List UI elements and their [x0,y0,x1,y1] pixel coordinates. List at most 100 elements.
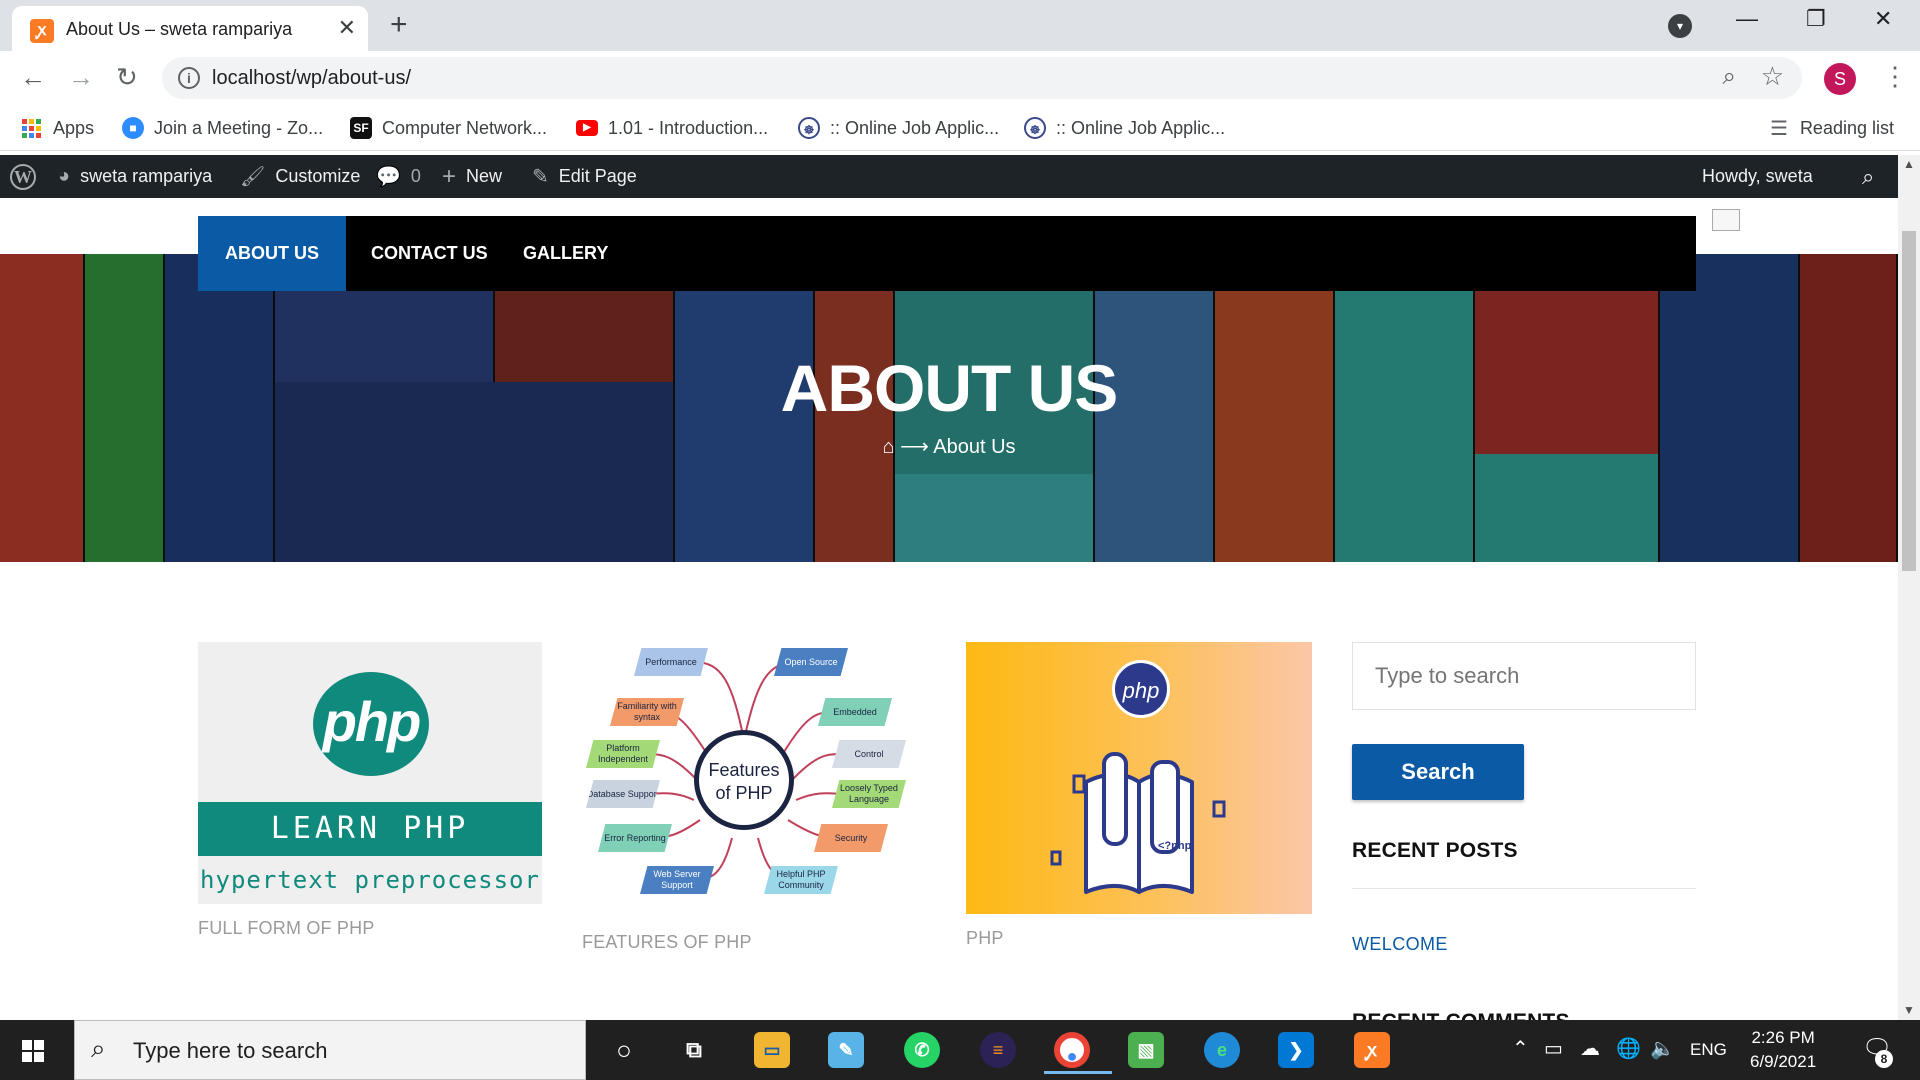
bookmark-computer-network[interactable]: SF Computer Network... [350,115,547,141]
windows-taskbar: ⌕ Type here to search ○ ⧉ ▭ ✎ ✆ ≡ ● ▧ e … [0,1020,1920,1080]
widget-divider [1352,888,1696,889]
sidebar-search-button[interactable]: Search [1352,744,1524,800]
post-thumbnail[interactable]: php <?php [966,642,1312,914]
feature-node: Loosely Typed Language [832,780,906,808]
feature-node: Familiarity with syntax [610,698,684,726]
language-indicator[interactable]: ENG [1690,1040,1727,1060]
post-thumbnail[interactable]: Performance Familiarity with syntax Plat… [582,642,910,918]
menu-item-about-us[interactable]: ABOUT US [198,216,346,291]
hero-banner: ABOUT US ⌂ ⟶ About Us [0,254,1898,562]
vscode-icon[interactable]: ❯ [1278,1032,1314,1068]
menu-item-gallery[interactable]: GALLERY [496,216,635,291]
tab-title: About Us – sweta rampariya [66,19,293,39]
admin-howdy[interactable]: Howdy, sweta [1702,155,1813,198]
post-card[interactable]: php LEARN PHP hypertext preprocessor FUL… [198,642,542,939]
page-scrollbar[interactable]: ▲ ▼ [1898,155,1920,1020]
admin-comments[interactable]: 💬 0 [376,155,421,198]
browser-toolbar: ← → ↻ i localhost/wp/about-us/ ⌕ ☆ S ⋮ [0,51,1920,105]
clock-date: 6/9/2021 [1750,1052,1817,1071]
breadcrumb-current: About Us [933,436,1016,458]
xampp-icon: ꭙ [30,19,54,43]
bookmark-online-job-2[interactable]: ☸ :: Online Job Applic... [1024,115,1225,141]
volume-icon[interactable]: 🔈 [1650,1036,1675,1061]
sidebar-search-input[interactable] [1352,642,1696,710]
hypertext-subtitle: hypertext preprocessor [198,856,542,904]
scroll-down-arrow-icon[interactable]: ▼ [1903,1003,1915,1017]
new-tab-button[interactable]: + [390,8,408,42]
reading-list-button[interactable]: ☰ Reading list [1770,115,1894,141]
bookmark-youtube[interactable]: ▶ 1.01 - Introduction... [576,115,768,141]
edge-icon[interactable]: e [1204,1032,1240,1068]
back-arrow-icon[interactable]: ← [20,62,46,93]
admin-customize[interactable]: 🖌 Customize [240,155,360,198]
tab-search-icon[interactable]: ▾ [1668,14,1692,38]
reading-list-icon: ☰ [1770,117,1788,140]
scrollbar-thumb[interactable] [1902,231,1916,571]
url-text[interactable]: localhost/wp/about-us/ [212,67,411,90]
network-globe-icon[interactable]: 🌐 [1616,1036,1641,1061]
pencil-icon: ✎ [532,166,549,188]
feature-node: Control [832,740,906,768]
recent-comments-title: RECENT COMMENTS [1352,1010,1570,1020]
recent-posts-title: RECENT POSTS [1352,839,1518,862]
taskbar-search-box[interactable]: ⌕ Type here to search [74,1020,586,1080]
zoom-icon[interactable]: ⌕ [1723,63,1736,91]
file-explorer-icon[interactable]: ▭ [754,1032,790,1068]
post-thumbnail[interactable]: php LEARN PHP hypertext preprocessor [198,642,542,904]
bookmark-apps[interactable]: Apps [22,115,94,141]
emblem-icon: ☸ [1024,117,1046,139]
admin-site-name[interactable]: ◕ sweta rampariya [58,155,212,198]
broken-image-icon [1712,209,1740,231]
notification-count-badge: 8 [1875,1050,1893,1068]
reload-icon[interactable]: ↻ [116,62,138,93]
admin-search-icon[interactable]: ⌕ [1862,155,1874,198]
close-tab-icon[interactable]: ✕ [338,15,356,41]
post-title[interactable]: PHP [966,928,1312,949]
main-menu: ABOUT US CONTACT US GALLERY [198,216,1696,291]
clock[interactable]: 2:26 PM 6/9/2021 [1750,1026,1816,1074]
task-view-icon[interactable]: ⧉ [676,1032,712,1068]
chevron-up-icon[interactable]: ⌃ [1512,1036,1529,1061]
onedrive-error-icon[interactable]: ☁ [1580,1036,1600,1061]
home-icon[interactable]: ⌂ [882,436,894,458]
profile-avatar[interactable]: S [1824,63,1856,95]
forward-arrow-icon[interactable]: → [68,62,94,93]
admin-new[interactable]: + New [442,155,502,198]
bookmark-zoom[interactable]: ■ Join a Meeting - Zo... [122,115,323,141]
recent-post-link[interactable]: WELCOME [1352,934,1448,955]
cortana-icon[interactable]: ○ [606,1032,642,1068]
feature-node: Helpful PHP Community [764,866,838,894]
minimize-button[interactable]: — [1736,6,1758,32]
wp-admin-bar: W ◕ sweta rampariya 🖌 Customize 💬 0 + Ne… [0,155,1898,198]
post-title[interactable]: FEATURES OF PHP [582,932,910,953]
windows-start-icon[interactable] [22,1040,44,1062]
browser-tab[interactable]: ꭙ About Us – sweta rampariya ✕ [12,6,368,51]
whatsapp-icon[interactable]: ✆ [904,1032,940,1068]
chrome-icon[interactable]: ● [1044,1032,1112,1074]
site-info-icon[interactable]: i [178,67,200,89]
wordpress-logo-button[interactable]: W [10,155,36,198]
bookmark-star-icon[interactable]: ☆ [1761,61,1784,92]
post-card[interactable]: php <?php PHP [966,642,1312,949]
image-editor-icon[interactable]: ▧ [1128,1032,1164,1068]
post-card[interactable]: Performance Familiarity with syntax Plat… [582,642,910,953]
wordpress-logo-icon: W [10,163,36,190]
notepad-icon[interactable]: ✎ [828,1032,864,1068]
open-book-icon [1050,752,1226,894]
feature-node: Database Support [586,780,660,808]
close-window-button[interactable]: ✕ [1874,6,1892,32]
battery-icon[interactable]: ▭ [1544,1036,1563,1061]
admin-edit-page[interactable]: ✎ Edit Page [532,155,637,198]
browser-tab-strip: ꭙ About Us – sweta rampariya ✕ + ▾ — ❐ ✕ [0,0,1920,51]
restore-button[interactable]: ❐ [1806,6,1826,32]
feature-node: Embedded [818,698,892,726]
menu-item-contact-us[interactable]: CONTACT US [344,216,515,291]
scroll-up-arrow-icon[interactable]: ▲ [1903,157,1915,171]
post-title[interactable]: FULL FORM OF PHP [198,918,542,939]
chrome-menu-icon[interactable]: ⋮ [1882,61,1908,92]
eclipse-icon[interactable]: ≡ [980,1032,1016,1068]
xampp-icon[interactable]: ꭙ [1354,1032,1390,1068]
address-bar[interactable]: i localhost/wp/about-us/ ⌕ ☆ [162,57,1802,99]
bookmark-online-job-1[interactable]: ☸ :: Online Job Applic... [798,115,999,141]
brush-icon: 🖌 [240,166,266,188]
